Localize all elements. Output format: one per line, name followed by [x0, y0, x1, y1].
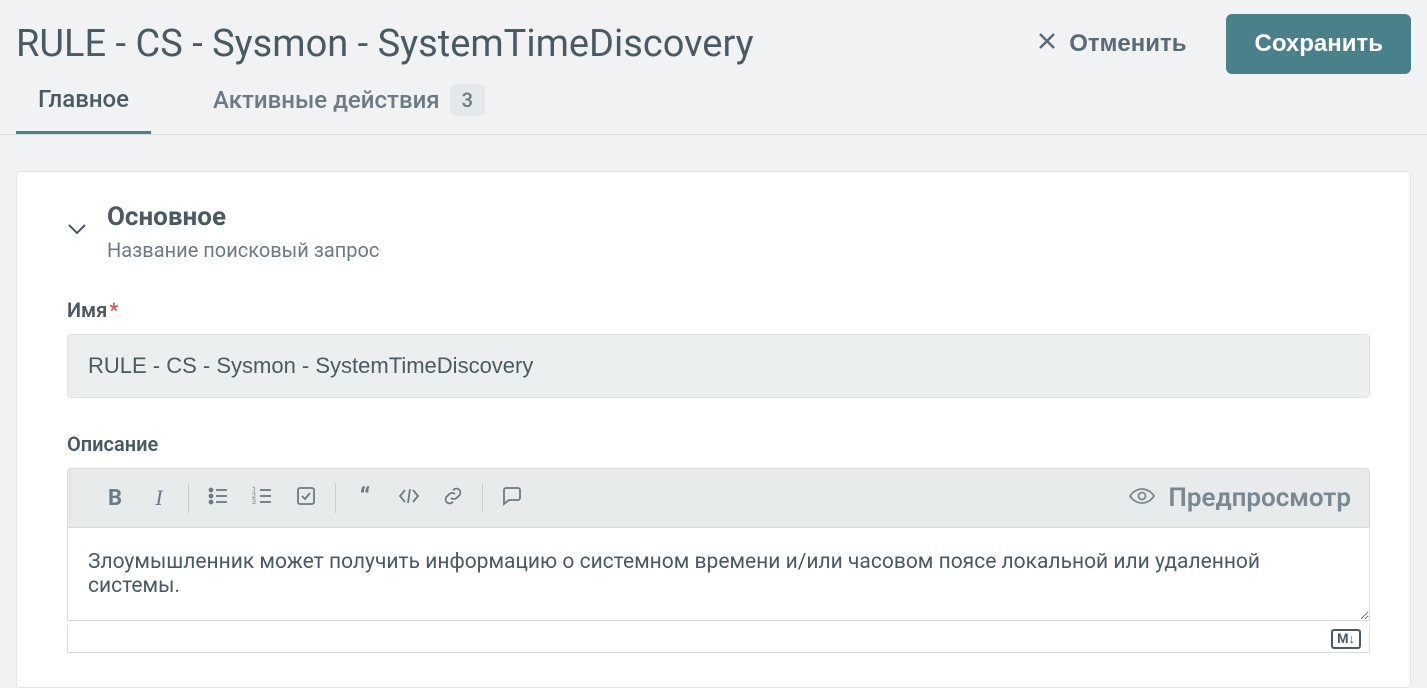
- name-field-label: Имя*: [67, 298, 1370, 322]
- section-toggle[interactable]: [67, 220, 87, 239]
- bullet-list-button[interactable]: [205, 485, 231, 511]
- italic-button[interactable]: I: [146, 485, 172, 511]
- page-title: RULE - CS - Sysmon - SystemTimeDiscovery: [16, 22, 754, 66]
- numbered-list-button[interactable]: 123: [249, 485, 275, 511]
- section-subtitle: Название поисковый запрос: [107, 238, 379, 262]
- link-button[interactable]: [440, 485, 466, 511]
- comment-icon: [501, 485, 523, 511]
- close-icon: [1037, 30, 1057, 58]
- code-icon: [397, 485, 421, 511]
- description-field-label: Описание: [67, 432, 1370, 456]
- checklist-icon: [295, 485, 317, 511]
- link-icon: [442, 485, 464, 511]
- numbered-list-icon: 123: [251, 485, 273, 511]
- cancel-button[interactable]: Отменить: [1037, 30, 1186, 58]
- eye-icon: [1128, 483, 1156, 513]
- name-input[interactable]: [67, 334, 1370, 398]
- checklist-button[interactable]: [293, 485, 319, 511]
- code-button[interactable]: [396, 485, 422, 511]
- save-button[interactable]: Сохранить: [1226, 14, 1411, 74]
- bold-button[interactable]: B: [102, 485, 128, 511]
- tab-main-label: Главное: [38, 85, 129, 113]
- tab-actions-badge: 3: [450, 84, 485, 116]
- bullet-list-icon: [207, 485, 229, 511]
- description-textarea[interactable]: [67, 528, 1370, 621]
- blockquote-button[interactable]: “: [352, 485, 378, 511]
- quote-icon: “: [360, 483, 371, 513]
- preview-label: Предпросмотр: [1168, 483, 1351, 513]
- editor-toolbar: B I 123: [67, 468, 1370, 528]
- chevron-down-icon: [67, 220, 87, 239]
- tab-actions-label: Активные действия: [213, 86, 440, 114]
- tab-active-actions[interactable]: Активные действия 3: [191, 84, 507, 134]
- tab-main[interactable]: Главное: [16, 84, 151, 134]
- svg-text:3: 3: [252, 498, 256, 506]
- comment-button[interactable]: [499, 485, 525, 511]
- markdown-icon: M↓: [1331, 629, 1361, 649]
- section-title: Основное: [107, 202, 379, 232]
- cancel-label: Отменить: [1069, 30, 1186, 58]
- preview-button[interactable]: Предпросмотр: [1128, 483, 1351, 513]
